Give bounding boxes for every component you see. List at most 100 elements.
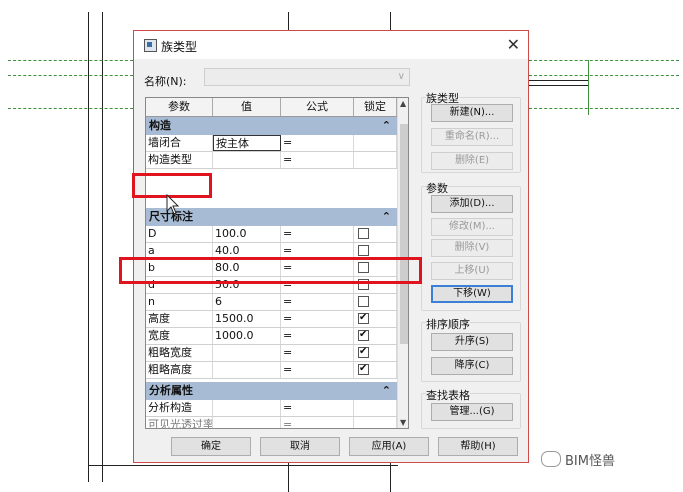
formula-cell[interactable]: = (281, 328, 354, 344)
group-header-dimensions[interactable]: 尺寸标注 ⌃ (146, 208, 397, 226)
formula-cell[interactable]: = (281, 362, 354, 378)
lock-checkbox[interactable] (358, 245, 369, 256)
lock-cell (354, 400, 397, 416)
table-row[interactable]: 高度 1500.0 = (146, 311, 397, 328)
lock-checkbox[interactable] (358, 296, 369, 307)
lock-cell (354, 328, 397, 344)
header-value[interactable]: 值 (213, 98, 281, 116)
value-cell[interactable]: 1000.0 (213, 328, 281, 344)
group-header-analysis[interactable]: 分析属性 ⌃ (146, 382, 397, 400)
lock-cell (354, 311, 397, 327)
collapse-icon[interactable]: ⌃ (382, 117, 391, 135)
rename-type-button[interactable]: 重命名(R)... (431, 128, 513, 146)
lock-checkbox[interactable] (358, 311, 369, 326)
table-row[interactable]: 粗略宽度 = (146, 345, 397, 362)
delete-type-button[interactable]: 删除(E) (431, 152, 513, 170)
manage-lookup-button[interactable]: 管理...(G) (431, 403, 513, 421)
cad-line (390, 462, 391, 492)
param-name: n (146, 294, 213, 310)
param-name: 墙闭合 (146, 135, 213, 151)
scroll-up-icon[interactable]: ▲ (400, 99, 406, 108)
table-row[interactable]: 粗略高度 = (146, 362, 397, 379)
formula-cell[interactable]: = (281, 135, 354, 151)
move-down-button[interactable]: 下移(W) (431, 285, 513, 303)
lookup-label: 查找表格 (426, 387, 470, 403)
value-cell[interactable] (213, 345, 281, 361)
value-cell[interactable]: 100.0 (213, 226, 281, 242)
value-cell[interactable] (213, 362, 281, 378)
cad-line (529, 80, 589, 81)
param-name: 粗略宽度 (146, 345, 213, 361)
scroll-thumb[interactable] (400, 124, 408, 344)
param-name: 粗略高度 (146, 362, 213, 378)
watermark: BIM怪兽 (541, 450, 615, 469)
header-formula[interactable]: 公式 (281, 98, 354, 116)
lock-checkbox[interactable] (358, 362, 369, 377)
add-parameter-button[interactable]: 添加(D)... (431, 195, 513, 213)
header-param[interactable]: 参数 (146, 98, 213, 116)
move-up-button[interactable]: 上移(U) (431, 262, 513, 280)
ok-button[interactable]: 确定 (171, 437, 251, 456)
formula-cell[interactable]: = (281, 345, 354, 361)
formula-cell[interactable]: = (281, 226, 354, 242)
cad-dashed-line (8, 60, 133, 61)
table-row[interactable]: 分析构造 = (146, 400, 397, 417)
lock-cell (354, 226, 397, 242)
formula-cell[interactable]: = (281, 417, 354, 428)
collapse-icon[interactable]: ⌃ (382, 382, 391, 400)
group-title: 分析属性 (149, 384, 193, 397)
lock-cell (354, 417, 397, 428)
table-row[interactable]: n 6 = (146, 294, 397, 311)
formula-cell[interactable]: = (281, 294, 354, 310)
modify-parameter-button[interactable]: 修改(M)... (431, 218, 513, 236)
name-select[interactable]: ∨ (204, 68, 410, 86)
lock-cell (354, 152, 397, 168)
table-row[interactable]: 墙闭合 按主体 = (146, 135, 397, 152)
mouse-cursor-icon (166, 194, 180, 215)
formula-cell[interactable]: = (281, 400, 354, 416)
scroll-down-icon[interactable]: ▼ (400, 418, 406, 427)
new-type-button[interactable]: 新建(N)... (431, 104, 513, 122)
param-name: 宽度 (146, 328, 213, 344)
table-row[interactable]: 宽度 1000.0 = (146, 328, 397, 345)
value-cell[interactable] (213, 417, 281, 428)
cancel-button[interactable]: 取消 (260, 437, 340, 456)
sort-descending-button[interactable]: 降序(C) (431, 357, 513, 375)
cad-line (288, 462, 289, 492)
help-button[interactable]: 帮助(H) (438, 437, 518, 456)
value-cell[interactable]: 6 (213, 294, 281, 310)
sort-ascending-button[interactable]: 升序(S) (431, 333, 513, 351)
close-icon[interactable]: ✕ (507, 35, 520, 54)
lock-checkbox[interactable] (358, 228, 369, 239)
formula-cell[interactable]: = (281, 311, 354, 327)
family-types-dialog: 族类型 ✕ 名称(N): ∨ 参数 值 公式 锁定 构造 ⌃ 墙闭合 按主体 =… (133, 30, 529, 463)
table-row[interactable]: 可见光透过率 = (146, 417, 397, 428)
dialog-title: 族类型 (161, 40, 198, 54)
group-header-construction[interactable]: 构造 ⌃ (146, 117, 397, 135)
apply-button[interactable]: 应用(A) (349, 437, 429, 456)
title-bar: 族类型 ✕ (134, 31, 528, 59)
value-cell[interactable]: 按主体 (213, 135, 281, 151)
lock-cell (354, 362, 397, 378)
value-cell[interactable] (213, 152, 281, 168)
header-lock[interactable]: 锁定 (354, 98, 397, 116)
table-row[interactable]: D 100.0 = (146, 226, 397, 243)
chevron-down-icon: ∨ (397, 71, 405, 82)
group-title: 构造 (149, 119, 171, 132)
cad-dashed-line (529, 108, 679, 109)
value-cell[interactable] (213, 400, 281, 416)
lock-checkbox[interactable] (358, 345, 369, 360)
formula-cell[interactable]: = (281, 152, 354, 168)
dialog-app-icon (144, 39, 157, 52)
cad-dashed-line (8, 108, 133, 109)
table-row[interactable]: 构造类型 = (146, 152, 397, 169)
cad-line (288, 12, 289, 32)
param-name: 构造类型 (146, 152, 213, 168)
collapse-icon[interactable]: ⌃ (382, 208, 391, 226)
param-name: 高度 (146, 311, 213, 327)
name-label: 名称(N): (144, 75, 187, 88)
value-cell[interactable]: 1500.0 (213, 311, 281, 327)
wechat-icon (541, 451, 561, 467)
delete-parameter-button[interactable]: 删除(V) (431, 239, 513, 257)
lock-checkbox[interactable] (358, 328, 369, 343)
